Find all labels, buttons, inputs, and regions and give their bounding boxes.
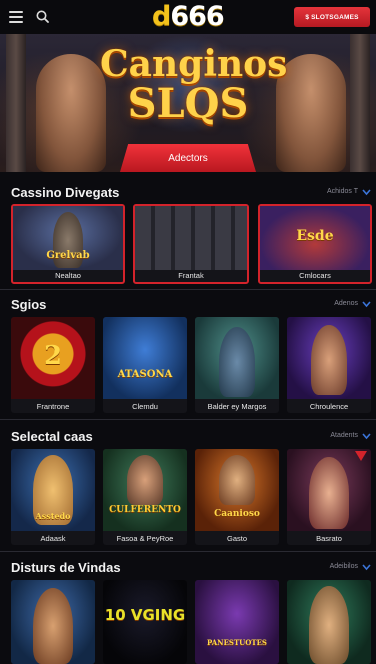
game-art: Caanioso [195, 449, 279, 531]
section-header-3: Selectal caas Atadents [0, 426, 376, 448]
game-art [135, 206, 247, 270]
game-art: 2 [11, 317, 95, 399]
game-art-title: Esde [296, 228, 334, 244]
game-tile[interactable]: ATASONA Clemdu [103, 317, 187, 413]
game-character [309, 457, 349, 529]
game-tile-caption: Basrato [316, 534, 342, 543]
game-tile[interactable]: 2 Frantrone [11, 317, 95, 413]
game-tile[interactable]: CULFERENTO Fasoa & PeyRoe [103, 449, 187, 545]
section-title: Disturs de Vindas [11, 560, 121, 575]
game-tile[interactable]: 10 VGING [103, 580, 187, 664]
chevron-down-icon[interactable] [362, 188, 371, 196]
game-tile-caption: Clemdu [132, 402, 158, 411]
section-header-1: Cassino Divegats Achidos T [0, 182, 376, 204]
game-character [219, 327, 255, 397]
header-cta-button[interactable]: $ SLOTSGAMES [294, 7, 370, 27]
game-art [195, 317, 279, 399]
hamburger-menu-icon[interactable] [9, 11, 23, 23]
chevron-down-icon[interactable] [362, 432, 371, 440]
section-more-link[interactable]: Achidos T [327, 188, 358, 195]
section-header-4: Disturs de Vindas Adeibilos [0, 557, 376, 579]
section-more-link[interactable]: Atadents [330, 432, 358, 439]
game-tile-caption: Fasoa & PeyRoe [116, 534, 174, 543]
game-art-title: CULFERENTO [109, 505, 181, 515]
game-tile-caption: Gasto [226, 534, 247, 543]
game-tile-caption: Nealtao [55, 271, 81, 280]
section-title: Sgios [11, 297, 47, 312]
featured-game-tile[interactable]: Frantak [133, 204, 249, 284]
game-art-title: Caanioso [214, 509, 260, 519]
game-tile[interactable]: PANESTUOTES [195, 580, 279, 664]
game-tile-caption: Frantak [178, 271, 204, 280]
game-art-title: 10 VGING [104, 606, 186, 624]
game-character [309, 586, 349, 664]
game-art [287, 449, 371, 531]
game-tile[interactable]: Asstedo Adaask [11, 449, 95, 545]
game-tile-caption: Balder ey Margos [207, 402, 267, 411]
game-tile-caption: Frantrone [36, 402, 70, 411]
game-tile-caption: Adaask [40, 534, 66, 543]
hero-banner[interactable]: Canginos SLQS Adectors [0, 34, 376, 172]
game-art: Asstedo [11, 449, 95, 531]
game-art-title: Grelvab [46, 250, 90, 261]
hero-column-right [350, 34, 370, 172]
game-tile[interactable]: Chroulence [287, 317, 371, 413]
game-art: PANESTUOTES [195, 580, 279, 664]
section-divider [0, 551, 376, 552]
game-tile-caption: Cmlocars [299, 271, 331, 280]
game-character [311, 325, 347, 395]
hero-figure-left [36, 54, 106, 172]
game-character [219, 455, 255, 505]
hero-column-left [6, 34, 26, 172]
hero-title-line1: Canginos [100, 43, 288, 85]
featured-game-tile[interactable]: Grelvab Nealtao [11, 204, 125, 284]
game-art [287, 317, 371, 399]
game-character [127, 455, 163, 505]
game-art-title: PANESTUOTES [207, 638, 267, 647]
game-art-title: 2 [43, 341, 63, 371]
hero-title: Canginos SLQS [100, 44, 287, 127]
game-art: Grelvab [13, 206, 123, 270]
game-tile[interactable]: Caanioso Gasto [195, 449, 279, 545]
game-tile[interactable] [11, 580, 95, 664]
game-art: CULFERENTO [103, 449, 187, 531]
game-tile[interactable]: Balder ey Margos [195, 317, 279, 413]
featured-game-tile[interactable]: Esde Cmlocars [258, 204, 372, 284]
game-art-title: Asstedo [35, 511, 71, 521]
game-tile-caption: Chroulence [309, 402, 349, 411]
chevron-down-icon[interactable] [362, 300, 371, 308]
search-icon[interactable] [36, 10, 49, 23]
section-more-link[interactable]: Adenos [334, 300, 358, 307]
hot-badge-icon [355, 451, 367, 461]
section-more-link[interactable]: Adeibilos [330, 563, 358, 570]
hero-cta-button[interactable]: Adectors [120, 144, 256, 172]
game-character [33, 588, 73, 664]
game-art: ATASONA [103, 317, 187, 399]
section-divider [0, 289, 376, 290]
hero-title-line2: SLQS [127, 80, 249, 127]
section-divider [0, 419, 376, 420]
game-tile[interactable] [287, 580, 371, 664]
game-art: 10 VGING [103, 580, 187, 664]
section-title: Cassino Divegats [11, 185, 120, 200]
chevron-down-icon[interactable] [362, 563, 371, 571]
game-art: Esde [260, 206, 370, 270]
game-art [11, 580, 95, 664]
game-art [287, 580, 371, 664]
game-art-title: ATASONA [117, 369, 173, 380]
section-title: Selectal caas [11, 429, 93, 444]
game-tile[interactable]: Basrato [287, 449, 371, 545]
top-bar: d666 $ SLOTSGAMES [0, 0, 376, 34]
site-logo[interactable]: d666 [152, 1, 225, 32]
section-header-2: Sgios Adenos [0, 294, 376, 316]
